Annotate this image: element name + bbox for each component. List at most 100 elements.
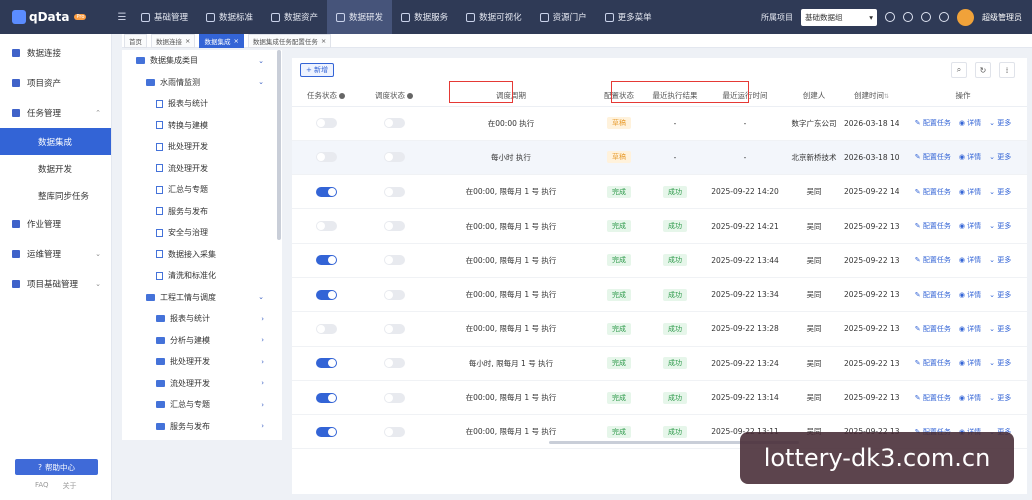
tree-leaf[interactable]: 批处理开发 [122,136,282,158]
tree-group[interactable]: 水雨情监测 ⌄ [122,72,282,94]
tab-integration[interactable]: 数据集成 × [199,33,244,48]
app-logo[interactable]: qData Pro [0,10,112,24]
topnav-item-dev[interactable]: 数据研发 [327,0,393,34]
task-toggle[interactable] [315,392,337,403]
add-button[interactable]: + 新增 [300,63,334,77]
tree-leaf[interactable]: 报表与统计 [122,93,282,115]
schedule-toggle[interactable] [383,358,405,369]
more-link[interactable]: ⌄ 更多 [989,358,1011,368]
sort-icon[interactable]: ⇅ [884,93,889,100]
menu-toggle-icon[interactable]: ☰ [112,12,132,23]
detail-link[interactable]: ◉ 详情 [959,221,981,231]
detail-link[interactable]: ◉ 详情 [959,358,981,368]
task-toggle[interactable] [315,426,337,437]
tree-leaf[interactable]: 服务与发布 [122,201,282,223]
close-icon[interactable]: × [321,37,326,45]
tree-folder[interactable]: 报表与统计 › [122,308,282,330]
config-task-link[interactable]: ✎ 配置任务 [915,255,951,265]
fullscreen-icon[interactable] [939,12,949,22]
more-link[interactable]: ⌄ 更多 [989,324,1011,334]
config-task-link[interactable]: ✎ 配置任务 [915,152,951,162]
detail-link[interactable]: ◉ 详情 [959,290,981,300]
config-task-link[interactable]: ✎ 配置任务 [915,358,951,368]
sidebar-item-ops[interactable]: 运维管理 ⌄ [0,239,111,269]
schedule-toggle[interactable] [383,289,405,300]
avatar[interactable] [957,8,974,26]
schedule-toggle[interactable] [383,152,405,163]
task-toggle[interactable] [315,152,337,163]
schedule-toggle[interactable] [383,323,405,334]
tree-leaf[interactable]: 安全与治理 [122,222,282,244]
task-toggle[interactable] [315,323,337,334]
detail-link[interactable]: ◉ 详情 [959,324,981,334]
tree-folder[interactable]: 汇总与专题 › [122,394,282,416]
tree-folder[interactable]: 批处理开发 › [122,351,282,373]
config-task-link[interactable]: ✎ 配置任务 [915,324,951,334]
column-header[interactable]: 创建时间⇅ [844,86,899,107]
config-task-link[interactable]: ✎ 配置任务 [915,221,951,231]
schedule-toggle[interactable] [383,221,405,232]
more-link[interactable]: ⌄ 更多 [989,221,1011,231]
config-task-link[interactable]: ✎ 配置任务 [915,187,951,197]
topnav-item-standard[interactable]: 数据标准 [197,0,262,34]
detail-link[interactable]: ◉ 详情 [959,393,981,403]
task-toggle[interactable] [315,186,337,197]
tree-leaf[interactable]: 流处理开发 [122,158,282,180]
topnav-item-visual[interactable]: 数据可视化 [457,0,531,34]
tab-task-config[interactable]: 数据集成任务配置任务 × [247,33,332,48]
task-toggle[interactable] [315,255,337,266]
user-name[interactable]: 超级管理员 [982,12,1022,23]
config-task-link[interactable]: ✎ 配置任务 [915,393,951,403]
tree-group[interactable]: 工程工情与调度 ⌄ [122,287,282,309]
tree-folder[interactable]: 分析与建模 › [122,330,282,352]
config-task-link[interactable]: ✎ 配置任务 [915,290,951,300]
schedule-toggle[interactable] [383,255,405,266]
schedule-toggle[interactable] [383,118,405,129]
sidebar-item-job[interactable]: 作业管理 [0,209,111,239]
topnav-item-portal[interactable]: 资源门户 [531,0,596,34]
more-link[interactable]: ⌄ 更多 [989,255,1011,265]
topnav-item-more[interactable]: 更多菜单 [596,0,661,34]
tab-home[interactable]: 首页 [124,33,147,48]
task-toggle[interactable] [315,221,337,232]
tree-leaf[interactable]: 汇总与专题 [122,179,282,201]
close-icon[interactable]: × [185,37,190,45]
tree-leaf[interactable]: 数据接入采集 [122,244,282,266]
tree-folder[interactable]: 流处理开发 › [122,373,282,395]
sidebar-subitem-integration[interactable]: 数据集成 [0,128,111,155]
more-link[interactable]: ⌄ 更多 [989,393,1011,403]
about-link[interactable]: 关于 [63,481,77,491]
topnav-item-service[interactable]: 数据服务 [392,0,457,34]
close-icon[interactable]: × [233,37,238,45]
tree-scrollbar[interactable] [277,50,281,240]
sidebar-item-task[interactable]: 任务管理 ⌃ [0,98,111,128]
search-icon[interactable] [921,12,931,22]
sidebar-item-project-base[interactable]: 项目基础管理 ⌄ [0,269,111,299]
detail-link[interactable]: ◉ 详情 [959,255,981,265]
refresh-icon[interactable] [903,12,913,22]
search-icon[interactable]: ⌕ [951,62,967,78]
topnav-item-asset[interactable]: 数据资产 [262,0,327,34]
tree-folder[interactable]: 服务与发布 › [122,416,282,438]
task-toggle[interactable] [315,118,337,129]
topnav-item-base[interactable]: 基础管理 [132,0,197,34]
faq-link[interactable]: FAQ [35,481,49,491]
config-task-link[interactable]: ✎ 配置任务 [915,118,951,128]
refresh-icon[interactable]: ↻ [975,62,991,78]
detail-link[interactable]: ◉ 详情 [959,187,981,197]
schedule-toggle[interactable] [383,426,405,437]
tree-leaf[interactable]: 转换与建模 [122,115,282,137]
tree-root[interactable]: 数据集成类目 ⌄ [122,50,282,72]
sidebar-item-project-asset[interactable]: 项目资产 [0,68,111,98]
task-toggle[interactable] [315,289,337,300]
sidebar-item-connect[interactable]: 数据连接 [0,38,111,68]
tree-leaf[interactable]: 清洗和标准化 [122,265,282,287]
more-link[interactable]: ⌄ 更多 [989,290,1011,300]
more-link[interactable]: ⌄ 更多 [989,187,1011,197]
project-select[interactable]: 基础数据组 ▾ [801,8,877,26]
detail-link[interactable]: ◉ 详情 [959,118,981,128]
bell-icon[interactable] [885,12,895,22]
more-link[interactable]: ⌄ 更多 [989,118,1011,128]
schedule-toggle[interactable] [383,186,405,197]
help-center-button[interactable]: ? 帮助中心 [15,459,98,475]
